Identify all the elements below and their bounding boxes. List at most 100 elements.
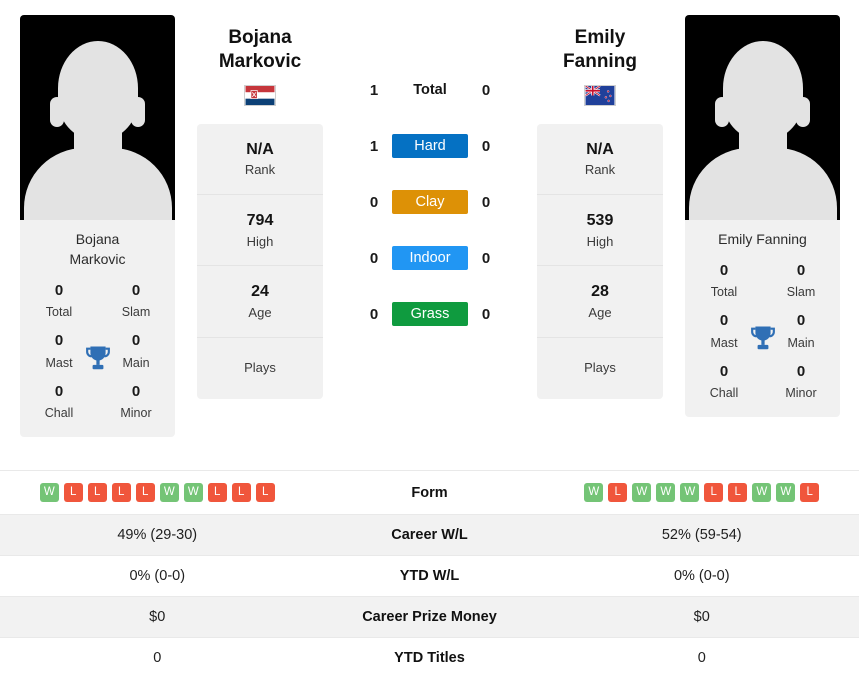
form-badge-loss: L: [207, 483, 227, 502]
table-row-form: WLLLLWWLLL Form WLWWWLLWWL: [0, 470, 859, 514]
titles-minor-value-left: 0: [131, 382, 141, 400]
stat-rank-left: N/A Rank: [197, 124, 323, 195]
avatar-ear-left-icon: [715, 97, 729, 127]
head-to-head-column: 1 Total 0 1 Hard 0 0 Clay 0 0 Indoor 0 0: [323, 10, 537, 342]
titles-main-label-right: Main: [787, 335, 815, 350]
titles-grid-right: 0 Total 0 Slam 0 Mast 0 Main 0 Chall 0 M…: [685, 254, 840, 418]
stat-high-right: 539 High: [537, 195, 663, 267]
ytd-titles-left: 0: [153, 650, 162, 666]
titles-slam-label-left: Slam: [121, 305, 151, 320]
titles-chall-left: 0 Chall: [30, 381, 88, 424]
form-badge-loss: L: [800, 483, 820, 502]
row-label-form: Form: [411, 484, 448, 501]
ytd-wl-left: 0% (0-0): [129, 568, 186, 584]
titles-mast-value-right: 0: [719, 312, 729, 330]
h2h-right-score: 0: [481, 305, 491, 323]
h2h-left-score: 0: [369, 305, 379, 323]
form-badge-list-right: WLWWWLLWWL: [545, 483, 859, 502]
stat-age-value-right: 28: [591, 283, 609, 301]
h2h-surface-label: Total: [413, 82, 447, 98]
new-zealand-flag-icon: [584, 84, 616, 106]
avatar-body-icon: [23, 148, 172, 220]
stat-age-right: 28 Age: [537, 266, 663, 338]
player-photo-card-left[interactable]: Bojana Markovic 0 Total 0 Slam 0 Mast 0 …: [20, 15, 175, 438]
h2h-surface-badge-hard[interactable]: Hard: [392, 134, 468, 158]
h2h-right-score: 0: [481, 193, 491, 211]
form-badge-win: W: [39, 483, 59, 502]
stat-high-label-left: High: [246, 233, 274, 249]
row-label-ytd-titles: YTD Titles: [394, 650, 465, 666]
h2h-surface-badge-grass[interactable]: Grass: [392, 302, 468, 326]
titles-total-value-right: 0: [719, 261, 729, 279]
ytd-wl-right: 0% (0-0): [673, 568, 730, 584]
stat-rank-label-right: Rank: [584, 162, 616, 178]
stat-plays-right: Plays: [584, 359, 616, 375]
table-row-ytd-titles: 0 YTD Titles 0: [0, 637, 859, 678]
player-photo-fullname-right: Emily Fanning: [718, 231, 807, 247]
form-badge-loss: L: [135, 483, 155, 502]
player-photo-card-right[interactable]: Emily Fanning 0 Total 0 Slam 0 Mast 0 Ma…: [685, 15, 840, 418]
titles-row-chall-minor-right: 0 Chall 0 Minor: [685, 361, 840, 404]
form-badge-win: W: [656, 483, 676, 502]
titles-chall-label-left: Chall: [44, 406, 74, 421]
form-badge-loss: L: [231, 483, 251, 502]
player-lastname-left: Markovic: [218, 51, 302, 73]
titles-mast-label-right: Mast: [710, 335, 738, 350]
player-name-right[interactable]: Emily Fanning: [537, 10, 663, 75]
titles-minor-label-right: Minor: [785, 386, 817, 401]
form-badge-win: W: [584, 483, 604, 502]
avatar-ear-right-icon: [131, 97, 145, 127]
form-badge-win: W: [159, 483, 179, 502]
form-badge-win: W: [632, 483, 652, 502]
player-comparison-page: Bojana Markovic 0 Total 0 Slam 0 Mast 0 …: [0, 0, 859, 689]
form-badges-right: WLWWWLLWWL: [545, 483, 859, 502]
titles-chall-right: 0 Chall: [695, 361, 753, 404]
stat-rank-value-left: N/A: [246, 140, 274, 158]
titles-total-label-left: Total: [45, 305, 73, 320]
player-fullname-right: Emily Fanning: [563, 27, 637, 73]
form-badge-loss: L: [63, 483, 83, 502]
form-badge-loss: L: [111, 483, 131, 502]
titles-chall-value-left: 0: [54, 382, 64, 400]
h2h-right-score: 0: [481, 81, 491, 99]
titles-slam-value-right: 0: [796, 261, 806, 279]
form-badge-loss: L: [728, 483, 748, 502]
h2h-surface-badge-clay[interactable]: Clay: [392, 190, 468, 214]
h2h-left-score: 1: [369, 81, 379, 99]
titles-chall-value-right: 0: [719, 362, 729, 380]
stat-rank-value-right: N/A: [586, 140, 614, 158]
titles-main-value-right: 0: [796, 312, 806, 330]
stat-rank-right: N/A Rank: [537, 124, 663, 195]
h2h-row: 0 Clay 0: [350, 174, 510, 230]
titles-mast-right: 0 Mast: [695, 310, 753, 353]
titles-grid-left: 0 Total 0 Slam 0 Mast 0 Main 0 Chall 0 M…: [20, 274, 175, 438]
trophy-icon: [750, 326, 775, 349]
table-row-career-wl: 49% (29-30) Career W/L 52% (59-54): [0, 514, 859, 555]
titles-chall-label-right: Chall: [709, 386, 739, 401]
player-avatar-right: [685, 15, 840, 220]
titles-total-right: 0 Total: [695, 260, 753, 303]
stat-age-label-left: Age: [248, 305, 272, 321]
career-prize-money-right: $0: [693, 609, 710, 625]
form-badge-win: W: [183, 483, 203, 502]
h2h-surface-badge-indoor[interactable]: Indoor: [392, 246, 468, 270]
form-badge-list-left: WLLLLWWLLL: [0, 483, 315, 502]
avatar-ear-right-icon: [796, 97, 810, 127]
row-label-career-wl: Career W/L: [391, 527, 468, 543]
stat-age-left: 24 Age: [197, 266, 323, 338]
stat-age-value-left: 24: [251, 283, 269, 301]
career-prize-money-left: $0: [149, 609, 166, 625]
titles-row-total-slam-left: 0 Total 0 Slam: [20, 280, 175, 323]
player-stats-left: N/A Rank 794 High 24 Age Plays: [197, 123, 323, 399]
titles-row-chall-minor-left: 0 Chall 0 Minor: [20, 381, 175, 424]
table-row-career-prize-money: $0 Career Prize Money $0: [0, 596, 859, 637]
titles-main-right: 0 Main: [772, 310, 830, 353]
row-label-ytd-wl: YTD W/L: [399, 568, 460, 584]
titles-main-value-left: 0: [131, 332, 141, 350]
form-badge-win: W: [752, 483, 772, 502]
stat-plays-left: Plays: [244, 359, 276, 375]
stat-age-label-right: Age: [588, 305, 612, 321]
titles-row-total-slam-right: 0 Total 0 Slam: [685, 260, 840, 303]
player-name-left[interactable]: Bojana Markovic: [197, 10, 323, 75]
titles-minor-right: 0 Minor: [772, 361, 830, 404]
